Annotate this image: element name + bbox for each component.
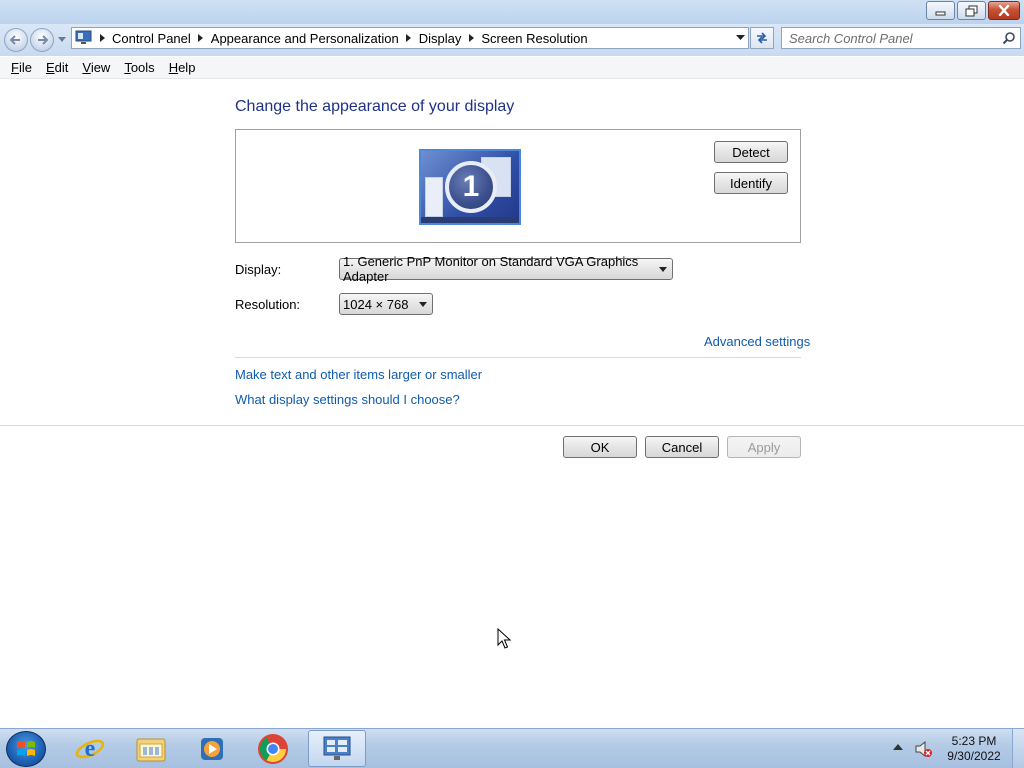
internet-explorer-icon: e [75,736,105,762]
taskbar-media-player[interactable] [183,730,241,767]
recent-pages-dropdown-icon[interactable] [58,37,66,43]
monitor-number-badge: 1 [445,161,497,213]
taskbar: e 5:23 PM 9/30/2022 [0,728,1024,768]
taskbar-chrome[interactable] [244,730,302,767]
resolution-select[interactable]: 1024 × 768 [339,293,433,315]
clock-time: 5:23 PM [951,734,997,748]
breadcrumb-control-panel[interactable]: Control Panel [108,31,195,46]
identify-button[interactable]: Identify [714,172,788,194]
detect-button[interactable]: Detect [714,141,788,163]
close-icon [998,5,1010,16]
resolution-label: Resolution: [235,297,301,312]
display-label: Display: [235,262,282,277]
taskbar-internet-explorer[interactable]: e [61,730,119,767]
mouse-cursor-icon [497,628,511,649]
ok-button[interactable]: OK [563,436,637,458]
breadcrumb-separator-icon[interactable] [195,34,207,42]
breadcrumb-display[interactable]: Display [415,31,466,46]
breadcrumb-screen-resolution[interactable]: Screen Resolution [477,31,591,46]
minimize-icon [935,11,945,15]
display-select[interactable]: 1. Generic PnP Monitor on Standard VGA G… [339,254,673,284]
resolution-select-value: 1024 × 768 [343,296,409,312]
menu-file[interactable]: File [5,60,38,75]
breadcrumb-separator-icon[interactable] [403,34,415,42]
refresh-icon [757,32,767,44]
advanced-settings-link[interactable]: Advanced settings [704,334,810,349]
restore-icon [965,5,978,16]
address-history-dropdown-icon[interactable] [736,35,745,41]
apply-button[interactable]: Apply [727,436,801,458]
menu-edit[interactable]: Edit [40,60,74,75]
menu-view[interactable]: View [76,60,116,75]
forward-button[interactable] [30,28,54,52]
control-panel-small-icon [75,30,92,44]
chrome-icon [258,733,288,764]
taskbar-windows-explorer[interactable] [122,730,180,767]
restore-button[interactable] [957,1,986,20]
refresh-button[interactable] [750,27,774,49]
menu-bar: File Edit View Tools Help [0,57,1024,79]
search-input[interactable] [789,30,999,46]
system-clock[interactable]: 5:23 PM 9/30/2022 [940,734,1008,764]
title-bar [0,0,1024,24]
chevron-down-icon [659,267,667,272]
taskbar-control-panel[interactable] [308,730,366,767]
breadcrumb-appearance[interactable]: Appearance and Personalization [207,31,403,46]
chevron-down-icon [419,302,427,307]
thumbnail-window [425,177,443,217]
back-arrow-icon [9,35,20,45]
breadcrumb-separator-icon[interactable] [96,34,108,42]
volume-muted-icon[interactable] [914,740,932,758]
display-select-value: 1. Generic PnP Monitor on Standard VGA G… [343,254,639,284]
start-button[interactable] [6,731,46,767]
breadcrumb-separator-icon[interactable] [465,34,477,42]
monitor-number: 1 [462,170,480,203]
divider [235,357,801,358]
menu-tools[interactable]: Tools [118,60,160,75]
forward-arrow-icon [38,35,49,45]
control-panel-icon [323,736,351,760]
breadcrumb: Control Panel Appearance and Personaliza… [96,28,592,48]
cancel-button[interactable]: Cancel [645,436,719,458]
svg-text:e: e [85,736,96,762]
menu-help[interactable]: Help [163,60,202,75]
page-title: Change the appearance of your display [235,98,515,115]
show-hidden-icons-icon[interactable] [893,744,903,751]
minimize-button[interactable] [926,1,955,20]
windows-explorer-icon [136,738,166,761]
monitor-1-thumbnail[interactable]: 1 [419,149,521,225]
search-icon[interactable] [1002,31,1016,45]
address-bar[interactable]: Control Panel Appearance and Personaliza… [71,27,749,49]
thumbnail-taskbar [421,217,519,223]
search-box[interactable] [781,27,1021,49]
windows-logo-icon [17,741,35,756]
show-desktop-button[interactable] [1012,729,1024,768]
text-size-link[interactable]: Make text and other items larger or smal… [235,367,482,382]
divider [0,425,1024,426]
media-player-icon [201,737,223,760]
close-button[interactable] [988,1,1020,20]
back-button[interactable] [4,28,28,52]
display-settings-help-link[interactable]: What display settings should I choose? [235,392,460,407]
clock-date: 9/30/2022 [947,749,1001,763]
